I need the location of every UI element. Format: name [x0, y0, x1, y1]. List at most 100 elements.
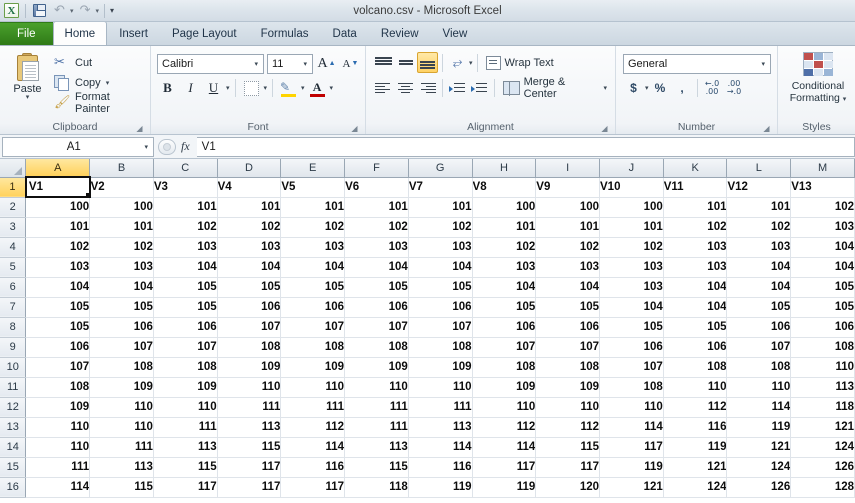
underline-dropdown-icon[interactable]: ▾: [226, 84, 230, 92]
cell-b12[interactable]: 110: [89, 397, 154, 418]
cell-f1[interactable]: V6: [344, 177, 409, 198]
undo-icon[interactable]: ↶: [51, 2, 68, 19]
cell-j1[interactable]: V10: [599, 177, 664, 198]
cell-f13[interactable]: 111: [344, 417, 409, 438]
cell-l6[interactable]: 104: [726, 277, 792, 298]
cell-m2[interactable]: 102: [790, 197, 855, 218]
cell-m14[interactable]: 124: [790, 437, 855, 458]
borders-dropdown-icon[interactable]: ▾: [264, 84, 268, 92]
comma-button[interactable]: ,: [672, 78, 693, 99]
bold-button[interactable]: B: [157, 78, 178, 99]
orientation-dropdown-icon[interactable]: ▾: [469, 59, 473, 67]
cell-f15[interactable]: 115: [344, 457, 409, 478]
conditional-formatting-dropdown-icon[interactable]: ▾: [843, 96, 847, 103]
cell-d1[interactable]: V4: [217, 177, 282, 198]
font-color-dropdown-icon[interactable]: ▾: [330, 84, 334, 92]
select-all-corner[interactable]: [0, 159, 27, 178]
cell-a2[interactable]: 100: [25, 197, 91, 218]
cell-k6[interactable]: 104: [663, 277, 728, 298]
cell-j11[interactable]: 108: [599, 377, 664, 398]
cell-a3[interactable]: 101: [25, 217, 91, 238]
cell-c5[interactable]: 104: [153, 257, 218, 278]
cell-a9[interactable]: 106: [25, 337, 91, 358]
paste-button[interactable]: Paste ▾: [4, 50, 51, 120]
cell-i7[interactable]: 105: [535, 297, 601, 318]
cell-j7[interactable]: 104: [599, 297, 664, 318]
cell-b14[interactable]: 111: [89, 437, 154, 458]
cell-j15[interactable]: 119: [599, 457, 664, 478]
cell-i10[interactable]: 108: [535, 357, 601, 378]
cell-b9[interactable]: 107: [89, 337, 154, 358]
row-header-14[interactable]: 14: [0, 437, 27, 458]
cell-m16[interactable]: 128: [790, 477, 855, 498]
cell-m4[interactable]: 104: [790, 237, 855, 258]
cell-k8[interactable]: 105: [663, 317, 728, 338]
cell-j12[interactable]: 110: [599, 397, 664, 418]
cell-e3[interactable]: 102: [280, 217, 346, 238]
cell-e13[interactable]: 112: [280, 417, 346, 438]
cell-k3[interactable]: 102: [663, 217, 728, 238]
currency-dropdown-icon[interactable]: ▾: [645, 84, 649, 92]
column-header-f[interactable]: F: [344, 159, 409, 178]
cell-k15[interactable]: 121: [663, 457, 728, 478]
cut-button[interactable]: ✂ Cut: [51, 53, 146, 73]
cell-h9[interactable]: 107: [472, 337, 537, 358]
cell-k9[interactable]: 106: [663, 337, 728, 358]
percent-button[interactable]: %: [650, 78, 671, 99]
insert-function-round-icon[interactable]: [158, 138, 176, 155]
excel-logo-icon[interactable]: X: [3, 2, 20, 19]
cell-a14[interactable]: 110: [25, 437, 91, 458]
cell-e9[interactable]: 108: [280, 337, 346, 358]
cell-d3[interactable]: 102: [217, 217, 282, 238]
cell-k4[interactable]: 103: [663, 237, 728, 258]
cell-f6[interactable]: 105: [344, 277, 409, 298]
cell-i4[interactable]: 102: [535, 237, 601, 258]
cell-h7[interactable]: 105: [472, 297, 537, 318]
cell-c13[interactable]: 111: [153, 417, 218, 438]
row-header-3[interactable]: 3: [0, 217, 27, 238]
cell-g4[interactable]: 103: [408, 237, 473, 258]
cell-h3[interactable]: 101: [472, 217, 537, 238]
cell-c14[interactable]: 113: [153, 437, 218, 458]
copy-button[interactable]: Copy ▾: [51, 73, 146, 93]
wrap-text-button[interactable]: Wrap Text: [482, 52, 558, 73]
cell-c8[interactable]: 106: [153, 317, 218, 338]
cell-c12[interactable]: 110: [153, 397, 218, 418]
font-name-dropdown-icon[interactable]: ▾: [251, 60, 261, 68]
cell-d6[interactable]: 105: [217, 277, 282, 298]
column-header-h[interactable]: H: [472, 159, 537, 178]
italic-button[interactable]: I: [180, 78, 201, 99]
cell-b6[interactable]: 104: [89, 277, 154, 298]
cell-l5[interactable]: 104: [726, 257, 792, 278]
cell-i13[interactable]: 112: [535, 417, 601, 438]
cell-m6[interactable]: 105: [790, 277, 855, 298]
cell-k13[interactable]: 116: [663, 417, 728, 438]
cell-e5[interactable]: 104: [280, 257, 346, 278]
cell-h13[interactable]: 112: [472, 417, 537, 438]
cell-b16[interactable]: 115: [89, 477, 154, 498]
cell-d15[interactable]: 117: [217, 457, 282, 478]
paste-dropdown-icon[interactable]: ▾: [26, 94, 30, 101]
cell-l4[interactable]: 103: [726, 237, 792, 258]
cell-l15[interactable]: 124: [726, 457, 792, 478]
align-top-button[interactable]: [373, 52, 394, 73]
cell-a13[interactable]: 110: [25, 417, 91, 438]
column-header-k[interactable]: K: [663, 159, 728, 178]
cell-b15[interactable]: 113: [89, 457, 154, 478]
cell-j10[interactable]: 107: [599, 357, 664, 378]
cell-i11[interactable]: 109: [535, 377, 601, 398]
align-right-button[interactable]: [417, 78, 438, 99]
fill-color-button[interactable]: ✎: [278, 78, 299, 99]
cell-e8[interactable]: 107: [280, 317, 346, 338]
cell-l8[interactable]: 106: [726, 317, 792, 338]
cell-k11[interactable]: 110: [663, 377, 728, 398]
cell-j5[interactable]: 103: [599, 257, 664, 278]
cell-f10[interactable]: 109: [344, 357, 409, 378]
row-header-12[interactable]: 12: [0, 397, 27, 418]
row-header-16[interactable]: 16: [0, 477, 27, 498]
column-header-a[interactable]: A: [25, 159, 91, 178]
cell-i3[interactable]: 101: [535, 217, 601, 238]
column-header-j[interactable]: J: [599, 159, 664, 178]
cell-g7[interactable]: 106: [408, 297, 473, 318]
cell-l7[interactable]: 105: [726, 297, 792, 318]
